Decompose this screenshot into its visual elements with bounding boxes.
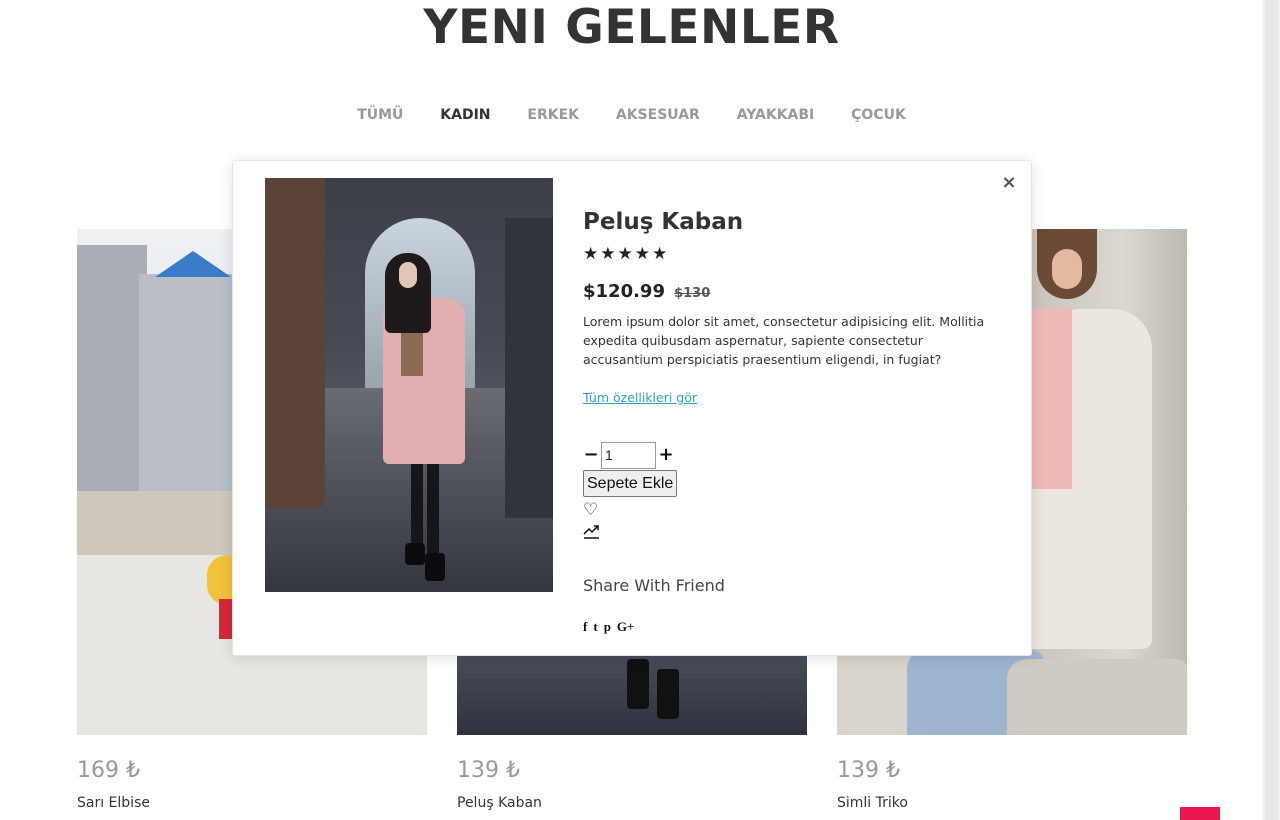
close-icon[interactable]: × <box>1001 173 1017 193</box>
qty-minus-button[interactable]: − <box>583 441 599 469</box>
trending-up-icon[interactable] <box>583 523 601 543</box>
qty-plus-button[interactable]: + <box>658 441 674 469</box>
facebook-icon[interactable]: f <box>583 619 587 635</box>
modal-product-title: Peluş Kaban <box>583 209 744 235</box>
quick-view-modal: × Peluş Kaban ★★★★★ $120.99 $130 Lorem i… <box>232 160 1032 656</box>
modal-product-image <box>265 178 553 592</box>
product-name[interactable]: Peluş Kaban <box>457 795 807 811</box>
quantity-input[interactable] <box>601 441 656 469</box>
pinterest-icon[interactable]: p <box>604 619 611 635</box>
twitter-icon[interactable]: t <box>593 619 597 635</box>
category-tab-shoes[interactable]: AYAKKABI <box>737 107 815 123</box>
product-description: Lorem ipsum dolor sit amet, consectetur … <box>583 314 985 367</box>
category-tab-kids[interactable]: ÇOCUK <box>851 107 906 123</box>
page-title: YENI GELENLER <box>423 0 840 55</box>
product-name[interactable]: Simli Triko <box>837 795 1187 811</box>
heart-icon[interactable]: ♡ <box>583 500 598 520</box>
scrollbar-thumb[interactable] <box>1265 0 1278 820</box>
category-tab-men[interactable]: ERKEK <box>527 107 579 123</box>
product-name[interactable]: Sarı Elbise <box>77 795 427 811</box>
category-tab-all[interactable]: TÜMÜ <box>357 107 403 123</box>
product-price: 169 ₺ <box>77 758 140 783</box>
quantity-stepper: − + <box>583 441 674 469</box>
page-scrollbar[interactable] <box>1263 0 1280 820</box>
google-plus-icon[interactable]: G+ <box>617 619 635 635</box>
add-to-cart-button[interactable]: Sepete Ekle <box>583 470 678 497</box>
current-price: $120.99 <box>583 281 665 302</box>
share-icons: f t p G+ <box>583 617 634 637</box>
product-price: 139 ₺ <box>457 758 520 783</box>
all-features-link[interactable]: Tüm özellikleri gör <box>583 389 697 407</box>
scroll-top-button[interactable] <box>1180 807 1220 820</box>
rating-stars: ★★★★★ <box>583 244 670 264</box>
old-price: $130 <box>674 286 711 301</box>
modal-info: Peluş Kaban ★★★★★ $120.99 $130 Lorem ips… <box>583 207 1003 407</box>
share-title: Share With Friend <box>583 576 725 595</box>
category-tab-women[interactable]: KADIN <box>440 107 490 123</box>
category-nav: TÜMÜ KADIN ERKEK AKSESUAR AYAKKABI ÇOCUK <box>0 107 1263 123</box>
product-price: 139 ₺ <box>837 758 900 783</box>
category-tab-accessories[interactable]: AKSESUAR <box>616 107 700 123</box>
modal-price: $120.99 $130 <box>583 280 1003 304</box>
